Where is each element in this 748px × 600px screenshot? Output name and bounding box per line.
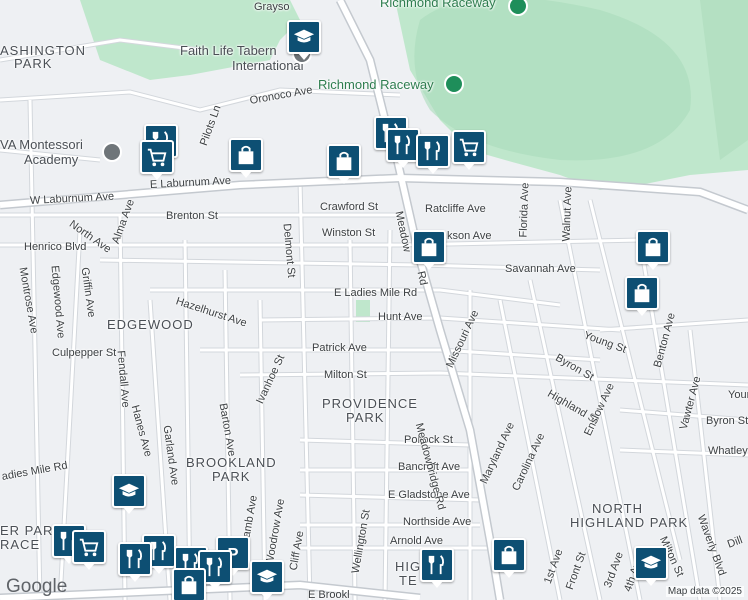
grocery-marker[interactable] xyxy=(452,130,486,170)
poi-richmond-raceway[interactable]: Richmond Raceway xyxy=(318,78,434,91)
street-label: Patrick Ave xyxy=(312,342,367,354)
grocery-marker[interactable] xyxy=(140,140,174,180)
shopping-marker[interactable] xyxy=(625,276,659,316)
fork-knife-icon xyxy=(424,141,441,161)
shopping-marker[interactable] xyxy=(172,568,206,600)
neighborhood-par-terrace: ER PAR RACE xyxy=(0,523,54,552)
street-label: Arnold Ave xyxy=(390,535,444,547)
street-label: Winston St xyxy=(322,227,376,239)
restaurant-marker[interactable] xyxy=(118,542,152,582)
school-marker[interactable] xyxy=(112,474,146,514)
school-marker[interactable] xyxy=(634,546,668,586)
school-marker[interactable] xyxy=(287,20,321,60)
grocery-marker[interactable] xyxy=(72,530,106,570)
neighborhood-edgewood: EDGEWOOD xyxy=(107,317,194,332)
shopping-bag-icon xyxy=(336,151,352,171)
fork-knife-icon xyxy=(428,555,445,575)
graduation-cap-icon xyxy=(118,483,140,497)
fork-knife-icon xyxy=(126,549,143,569)
street-label: Henrico Blvd xyxy=(24,241,87,253)
shopping-bag-icon xyxy=(421,237,437,257)
shopping-cart-icon xyxy=(459,138,479,157)
fork-knife-icon xyxy=(394,135,411,155)
neighborhood-providence-park: PROVIDENCE PARK xyxy=(322,396,418,425)
street-label: Walnut Ave xyxy=(560,186,575,242)
stadium-icon[interactable] xyxy=(444,74,464,94)
neighborhood-brookland-park: BROOKLAND PARK xyxy=(186,455,277,484)
street-label: Byron St xyxy=(706,415,748,427)
google-logo: Google xyxy=(6,576,68,597)
neighborhood-north-highland-park: NORTH HIGHLAND PARK xyxy=(570,501,689,530)
graduation-cap-icon xyxy=(640,555,662,569)
street-label: Crawford St xyxy=(320,201,379,213)
school-marker[interactable] xyxy=(250,560,284,600)
restaurant-marker[interactable] xyxy=(420,548,454,588)
shopping-cart-icon xyxy=(147,148,167,167)
map-canvas[interactable]: ASHINGTON PARK EDGEWOOD PROVIDENCE PARK BR… xyxy=(0,0,748,600)
street-label: Hunt Ave xyxy=(378,311,423,323)
shopping-bag-icon xyxy=(238,145,254,165)
street-label: Whatley xyxy=(708,445,748,457)
shopping-marker[interactable] xyxy=(412,230,446,270)
street-label: E Gladstone Ave xyxy=(388,489,470,501)
street-label: Milton St xyxy=(324,369,367,381)
street-label: Northside Ave xyxy=(403,516,472,528)
street-label: E Brookl xyxy=(308,589,350,600)
street-label: Grayso xyxy=(254,1,290,13)
graduation-cap-icon xyxy=(256,569,278,583)
shopping-bag-icon xyxy=(501,545,517,565)
restaurant-marker[interactable] xyxy=(386,128,420,168)
street-label: E Ladies Mile Rd xyxy=(334,287,418,299)
shopping-bag-icon xyxy=(634,283,650,303)
graduation-cap-icon xyxy=(293,29,315,43)
street-label: Your xyxy=(728,389,748,401)
poi-va-montessori[interactable]: VA Montessori Academy xyxy=(0,137,83,167)
restaurant-marker[interactable] xyxy=(416,134,450,174)
shopping-marker[interactable] xyxy=(327,144,361,184)
poi-faith-life-tabernacle[interactable]: Faith Life Tabern International xyxy=(180,43,304,73)
shopping-marker[interactable] xyxy=(492,538,526,578)
street-label: Ratcliffe Ave xyxy=(425,203,486,215)
shopping-marker[interactable] xyxy=(636,230,670,270)
map-attribution[interactable]: Map data ©2025 xyxy=(665,586,744,597)
street-label: Florida Ave xyxy=(517,182,532,238)
shopping-bag-icon xyxy=(181,575,197,595)
shopping-marker[interactable] xyxy=(229,138,263,178)
shopping-bag-icon xyxy=(645,237,661,257)
poi-richmond-raceway-top[interactable]: Richmond Raceway xyxy=(380,0,496,9)
street-label: Rd xyxy=(414,270,430,287)
neighborhood-highland-terrace: HIG TE xyxy=(395,559,422,588)
street-label: Brenton St xyxy=(166,210,218,222)
street-label: kson Ave xyxy=(447,230,492,242)
street-label: Culpepper St xyxy=(52,347,117,359)
school-dot-icon[interactable] xyxy=(102,142,122,162)
street-label: Savannah Ave xyxy=(505,263,576,275)
neighborhood-washington-park: ASHINGTON PARK xyxy=(0,43,87,71)
fork-knife-icon xyxy=(206,557,223,577)
shopping-cart-icon xyxy=(79,538,99,557)
